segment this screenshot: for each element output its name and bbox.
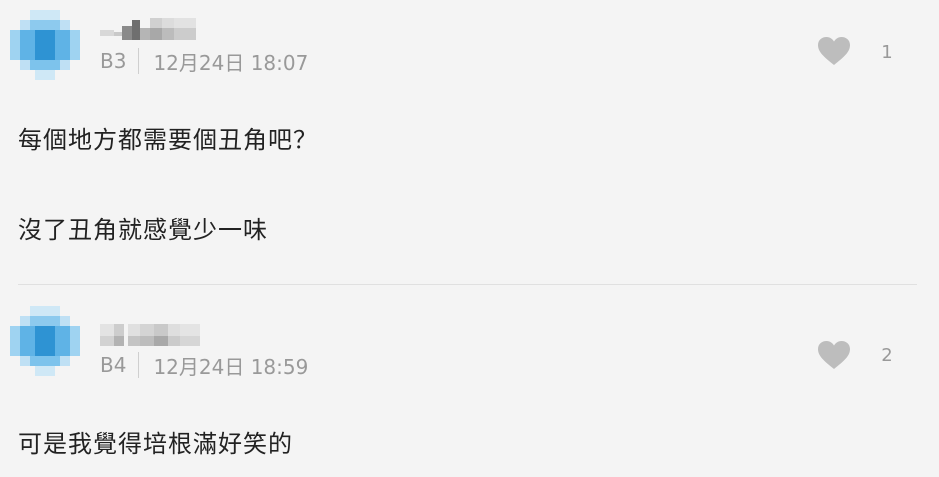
- avatar[interactable]: [10, 10, 80, 80]
- comment-time: 12月24日 18:59: [153, 354, 309, 379]
- avatar[interactable]: [10, 306, 80, 376]
- heart-icon[interactable]: [818, 341, 850, 371]
- floor-number: B3: [100, 49, 127, 73]
- like-count: 2: [881, 345, 893, 366]
- username-redacted: [100, 324, 200, 346]
- comment-meta: B4 12月24日 18:59: [100, 351, 308, 379]
- comment-time: 12月24日 18:07: [153, 50, 309, 75]
- like-count: 1: [881, 42, 893, 63]
- comment-text-line: 每個地方都需要個丑角吧？: [18, 126, 318, 154]
- comment-item: 2 可是我覺得培根滿好笑的: [0, 286, 939, 477]
- comment-text-line: 可是我覺得培根滿好笑的: [18, 430, 293, 458]
- meta-separator: [138, 352, 140, 378]
- comment-text-line: 沒了丑角就感覺少一味: [18, 216, 268, 244]
- comment-divider: [18, 284, 917, 285]
- floor-number: B4: [100, 353, 127, 377]
- heart-icon[interactable]: [818, 37, 850, 67]
- comment-item: B3 12月24日 18:07 1 每個地方都需要個丑角吧？ 沒了丑角就感覺少一…: [0, 0, 939, 285]
- comment-meta: B3 12月24日 18:07: [100, 47, 308, 75]
- meta-separator: [138, 48, 140, 74]
- username-redacted: [100, 18, 196, 40]
